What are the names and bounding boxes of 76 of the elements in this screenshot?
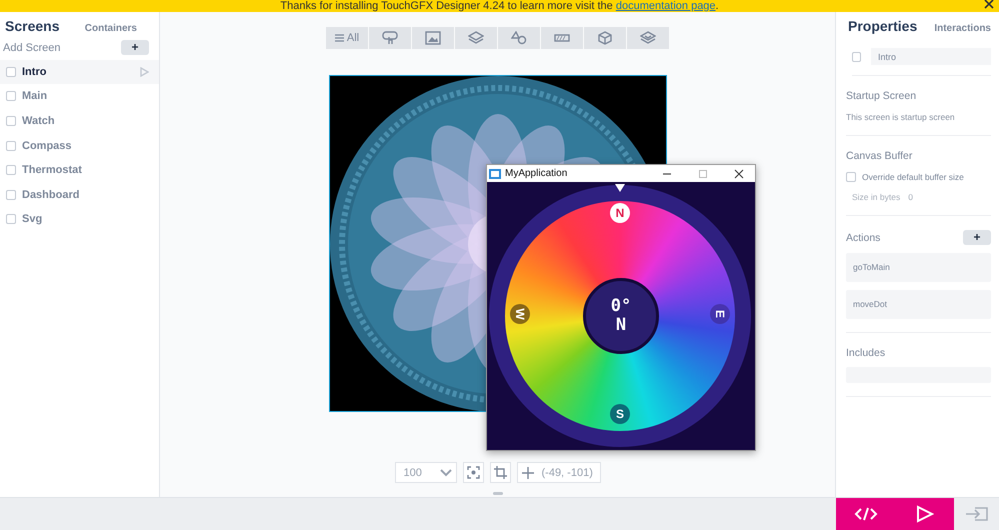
screen-item[interactable]: Compass bbox=[0, 134, 159, 158]
list-icon bbox=[334, 34, 344, 42]
panel-tab[interactable]: Containers bbox=[84, 23, 137, 34]
screen-name: Dashboard bbox=[22, 188, 80, 201]
cube-tool[interactable] bbox=[584, 27, 626, 49]
screen-item[interactable]: Dashboard bbox=[0, 182, 159, 207]
stack-icon bbox=[640, 31, 656, 45]
move-icon bbox=[522, 466, 534, 478]
action-item[interactable]: goToMain bbox=[846, 253, 991, 282]
direction-reading: N bbox=[616, 316, 626, 335]
checkbox[interactable] bbox=[852, 52, 861, 62]
app-icon bbox=[489, 168, 501, 178]
checkbox-label: Override default buffer size bbox=[862, 172, 964, 182]
pointer-icon bbox=[615, 184, 625, 192]
action-item[interactable]: moveDot bbox=[846, 290, 991, 319]
section-title: Startup Screen bbox=[846, 90, 918, 102]
image-tool[interactable] bbox=[412, 27, 454, 49]
all-filter-button[interactable]: All bbox=[326, 27, 368, 49]
sign-in-icon bbox=[964, 506, 988, 522]
progress-tool[interactable] bbox=[541, 27, 583, 49]
direction-marker: E bbox=[710, 304, 730, 324]
screen-name: Intro bbox=[22, 66, 48, 78]
play-icon[interactable] bbox=[140, 66, 149, 77]
size-value: 0 bbox=[908, 192, 913, 202]
checkbox[interactable] bbox=[6, 116, 16, 126]
zoom-select[interactable]: 100 bbox=[394, 462, 456, 483]
section-title: Actions bbox=[846, 232, 880, 244]
code-icon bbox=[854, 506, 878, 522]
shapes-icon bbox=[511, 31, 527, 45]
focus-icon bbox=[466, 466, 480, 479]
documentation-link[interactable]: documentation page bbox=[616, 0, 716, 12]
checkbox[interactable] bbox=[6, 140, 16, 151]
focus-button[interactable] bbox=[462, 462, 484, 483]
size-label: Size in bytes bbox=[852, 192, 900, 202]
screen-name: Compass bbox=[22, 140, 73, 152]
add-action-button[interactable]: + bbox=[963, 230, 991, 245]
crop-button[interactable] bbox=[490, 462, 510, 483]
screen-item[interactable]: Main bbox=[0, 84, 159, 108]
checkbox[interactable] bbox=[6, 165, 16, 176]
screen-item[interactable]: Intro bbox=[0, 60, 159, 84]
checkbox[interactable] bbox=[6, 190, 16, 200]
screen-name: Watch bbox=[22, 114, 56, 127]
interaction-tool[interactable] bbox=[369, 27, 411, 49]
banner-message: Thanks for installing TouchGFX Designer 4.24 to learn more visit the documentation page. bbox=[280, 1, 719, 12]
checkbox[interactable] bbox=[6, 214, 16, 224]
resize-handle[interactable] bbox=[492, 492, 502, 495]
screen-item[interactable]: Svg bbox=[0, 208, 159, 232]
panel-tab[interactable]: Properties bbox=[848, 18, 918, 34]
chevron-down-icon bbox=[440, 468, 452, 476]
heading-reading: 0° bbox=[610, 297, 632, 316]
add-screen-button[interactable]: + bbox=[121, 40, 149, 55]
screen-item[interactable]: Thermostat bbox=[0, 158, 159, 182]
layers-tool[interactable] bbox=[455, 27, 497, 49]
touch-icon bbox=[382, 31, 398, 45]
cube-icon bbox=[597, 31, 613, 45]
panel-tab[interactable]: Screens bbox=[5, 18, 60, 34]
layers-icon bbox=[468, 31, 484, 45]
image-icon bbox=[425, 31, 441, 45]
screen-name: Thermostat bbox=[22, 164, 83, 176]
name-field[interactable]: Intro bbox=[871, 48, 991, 65]
panel-tab[interactable]: Interactions bbox=[934, 23, 991, 34]
startup-text: This screen is startup screen bbox=[846, 112, 956, 122]
section-title: Canvas Buffer bbox=[846, 150, 914, 162]
stack-tool[interactable] bbox=[627, 27, 669, 49]
screen-item[interactable]: Watch bbox=[0, 109, 159, 133]
checkbox[interactable] bbox=[6, 66, 16, 77]
screen-name: Svg bbox=[22, 213, 44, 226]
window-title: MyApplication bbox=[505, 168, 568, 179]
checkbox[interactable] bbox=[6, 91, 16, 102]
position-field[interactable]: (-49, -101) bbox=[516, 462, 600, 483]
add-screen-label: Add Screen bbox=[3, 42, 60, 54]
crop-icon bbox=[494, 466, 506, 479]
play-icon bbox=[916, 505, 934, 523]
shapes-tool[interactable] bbox=[498, 27, 540, 49]
screen-name: Main bbox=[22, 90, 48, 102]
section-title: Includes bbox=[846, 347, 886, 359]
